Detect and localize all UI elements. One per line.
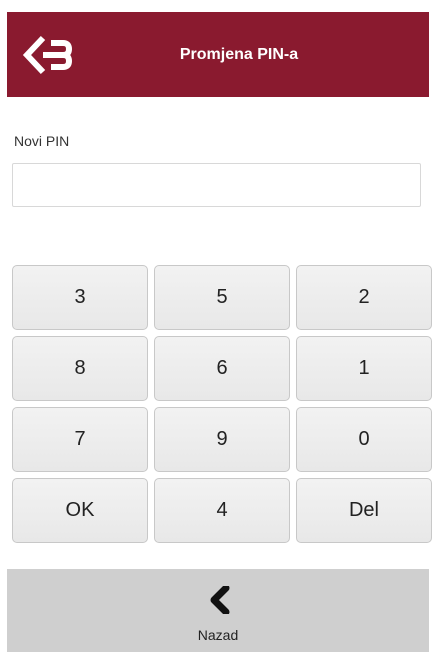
key-8[interactable]: 8 (12, 336, 148, 401)
header-bar: Promjena PIN-a (7, 12, 429, 97)
chevron-left-icon (210, 586, 230, 614)
new-pin-label: Novi PIN (14, 133, 70, 149)
key-3[interactable]: 3 (12, 265, 148, 330)
key-4[interactable]: 4 (154, 478, 290, 543)
numeric-keypad: 3 5 2 8 6 1 7 9 0 OK 4 Del (12, 265, 432, 543)
delete-button[interactable]: Del (296, 478, 432, 543)
key-2[interactable]: 2 (296, 265, 432, 330)
back-button[interactable]: Nazad (7, 569, 429, 652)
key-7[interactable]: 7 (12, 407, 148, 472)
ok-button[interactable]: OK (12, 478, 148, 543)
key-0[interactable]: 0 (296, 407, 432, 472)
key-5[interactable]: 5 (154, 265, 290, 330)
key-6[interactable]: 6 (154, 336, 290, 401)
key-9[interactable]: 9 (154, 407, 290, 472)
page-title: Promjena PIN-a (179, 46, 299, 63)
new-pin-input[interactable] (12, 163, 421, 207)
back-label: Nazad (197, 627, 239, 643)
key-1[interactable]: 1 (296, 336, 432, 401)
